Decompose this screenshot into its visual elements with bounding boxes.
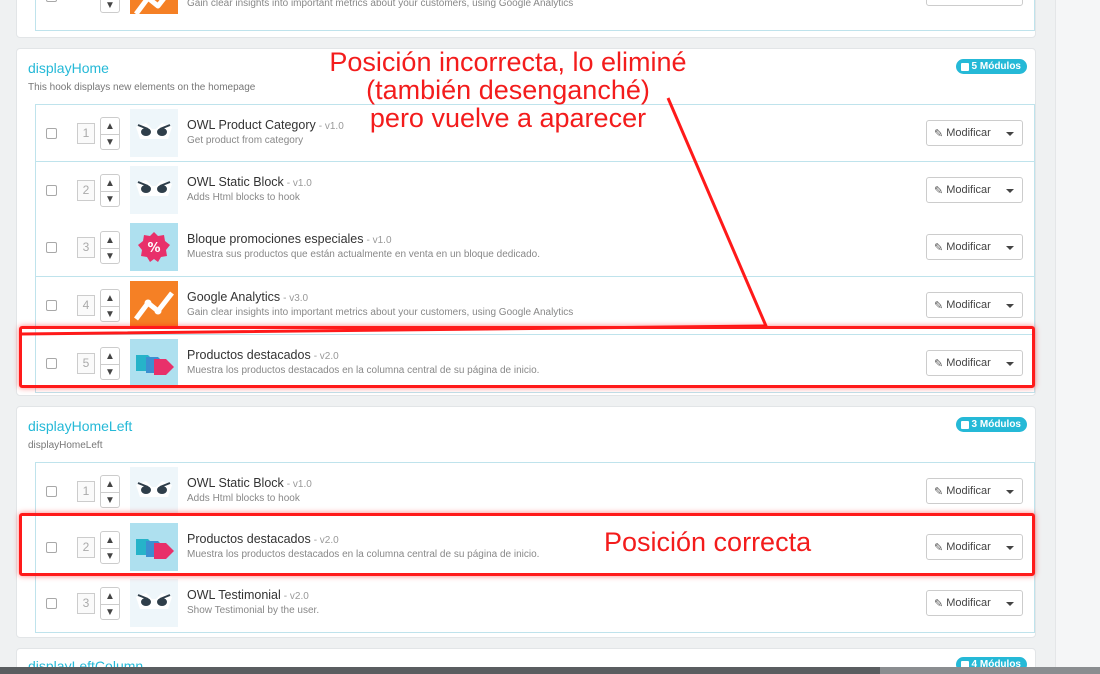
annotation-text-correct: Posición correcta bbox=[604, 527, 812, 557]
annotation-box-correct bbox=[19, 513, 1035, 576]
annotation-box-incorrect bbox=[19, 326, 1035, 388]
annotation-text-incorrect: Posición incorrecta, lo eliminé (también… bbox=[329, 47, 687, 133]
